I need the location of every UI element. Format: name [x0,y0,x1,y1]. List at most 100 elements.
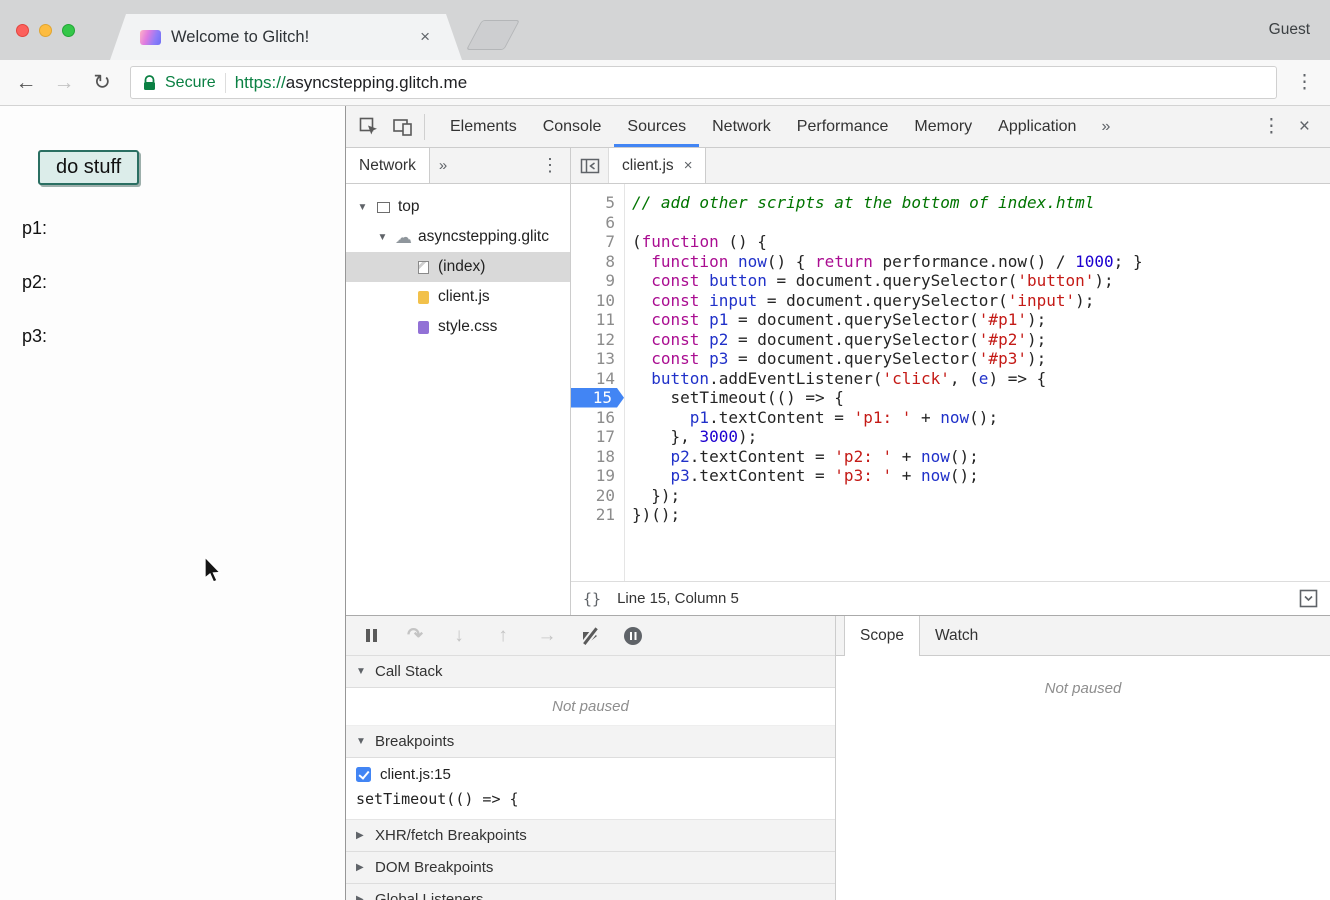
line-number[interactable]: 19 [571,466,624,486]
code-line[interactable]: function now() { return performance.now(… [632,252,1330,272]
panel-down-icon[interactable] [1299,589,1318,608]
line-number[interactable]: 7 [571,232,624,252]
tree-expand-arrow-icon[interactable]: ▼ [356,202,369,213]
minimize-window-button[interactable] [39,24,52,37]
call-stack-title: Call Stack [375,663,443,680]
line-number[interactable]: 21 [571,505,624,525]
breakpoint-line-number[interactable]: 15 [571,388,624,408]
url-bar[interactable]: Secure https://asyncstepping.glitch.me [130,66,1277,99]
pretty-print-icon[interactable]: {} [583,590,601,608]
line-number[interactable]: 10 [571,291,624,311]
tree-item-style-css[interactable]: style.css [346,312,570,342]
step-over-icon[interactable] [404,625,426,647]
inspect-element-icon[interactable] [352,112,386,142]
code-line[interactable]: const p1 = document.querySelector('#p1')… [632,310,1330,330]
devtools-tab-console[interactable]: Console [530,106,615,147]
code-line[interactable]: (function () { [632,232,1330,252]
breakpoints-header[interactable]: Breakpoints [346,726,835,758]
toggle-device-toolbar-icon[interactable] [386,112,420,142]
new-tab-button[interactable] [466,20,520,50]
pause-on-exceptions-icon[interactable] [624,627,642,645]
devtools-tab-application[interactable]: Application [985,106,1089,147]
toggle-navigator-icon[interactable] [571,148,609,183]
tab-scope[interactable]: Scope [844,616,920,656]
code-line[interactable]: const p2 = document.querySelector('#p2')… [632,330,1330,350]
do-stuff-button[interactable]: do stuff [38,150,139,185]
code-line[interactable]: p3.textContent = 'p3: ' + now(); [632,466,1330,486]
line-number[interactable]: 16 [571,408,624,428]
code-line[interactable]: // add other scripts at the bottom of in… [632,193,1330,213]
code-line[interactable]: })(); [632,505,1330,525]
dom-breakpoints-header[interactable]: DOM Breakpoints [346,852,835,884]
navigator-tab-network[interactable]: Network [346,148,430,183]
line-number[interactable]: 17 [571,427,624,447]
tree-expand-arrow-icon[interactable]: ▼ [376,232,389,243]
code-line[interactable]: }, 3000); [632,427,1330,447]
more-tabs-icon[interactable]: » [1089,118,1122,136]
line-number[interactable]: 6 [571,213,624,233]
navigator-more-tabs-icon[interactable]: » [430,157,456,174]
code-line[interactable]: p2.textContent = 'p2: ' + now(); [632,447,1330,467]
profile-label[interactable]: Guest [1269,21,1310,39]
browser-menu-icon[interactable]: ⋮ [1289,71,1320,94]
back-icon[interactable]: ← [10,71,42,95]
tab-close-icon[interactable]: × [418,27,432,47]
code-editor[interactable]: 56789101112131415161718192021 // add oth… [571,184,1330,581]
code-line[interactable]: button.addEventListener('click', (e) => … [632,369,1330,389]
code-line[interactable]: const button = document.querySelector('b… [632,271,1330,291]
line-number[interactable]: 11 [571,310,624,330]
line-number[interactable]: 5 [571,193,624,213]
browser-tab[interactable]: Welcome to Glitch! × [110,14,462,60]
devtools-menu-icon[interactable]: ⋮ [1250,115,1293,138]
tree-item--index-[interactable]: (index) [346,252,570,282]
step-into-icon[interactable] [448,625,470,647]
line-number[interactable]: 12 [571,330,624,350]
zoom-window-button[interactable] [62,24,75,37]
expand-arrow-icon[interactable] [356,862,367,873]
forward-icon[interactable]: → [48,71,80,95]
line-number[interactable]: 18 [571,447,624,467]
devtools-tab-sources[interactable]: Sources [614,106,699,147]
breakpoint-entry[interactable]: client.js:15 setTimeout(() => { [346,758,835,820]
code-line[interactable]: }); [632,486,1330,506]
breakpoint-checkbox[interactable] [356,767,371,782]
close-window-button[interactable] [16,24,29,37]
tab-watch[interactable]: Watch [920,616,993,655]
pause-icon[interactable] [360,625,382,647]
code-line[interactable]: p1.textContent = 'p1: ' + now(); [632,408,1330,428]
collapse-arrow-icon[interactable] [356,666,367,677]
navigator-menu-icon[interactable]: ⋮ [530,155,570,176]
tree-item-top[interactable]: ▼top [346,192,570,222]
tree-item-asyncstepping-glitc[interactable]: ▼☁asyncstepping.glitc [346,222,570,252]
code-line[interactable]: const p3 = document.querySelector('#p3')… [632,349,1330,369]
devtools-tab-network[interactable]: Network [699,106,784,147]
line-number[interactable]: 8 [571,252,624,272]
line-number[interactable]: 9 [571,271,624,291]
devtools-tab-elements[interactable]: Elements [437,106,530,147]
devtools-close-icon[interactable]: × [1293,116,1324,138]
editor-tab-clientjs[interactable]: client.js × [609,148,706,183]
expand-arrow-icon[interactable] [356,830,367,841]
line-number[interactable]: 13 [571,349,624,369]
lock-icon [143,75,156,91]
devtools-tab-performance[interactable]: Performance [784,106,902,147]
editor-tab-close-icon[interactable]: × [684,157,693,174]
step-icon[interactable] [536,625,558,647]
code-line[interactable] [632,213,1330,233]
code-line[interactable]: setTimeout(() => { [632,388,1330,408]
secure-label[interactable]: Secure [165,74,216,92]
reload-icon[interactable]: ↻ [86,70,118,95]
expand-arrow-icon[interactable] [356,894,367,900]
step-out-icon[interactable] [492,625,514,647]
line-number[interactable]: 14 [571,369,624,389]
url-text[interactable]: https://asyncstepping.glitch.me [235,73,467,93]
xhr-breakpoints-header[interactable]: XHR/fetch Breakpoints [346,820,835,852]
tree-item-client-js[interactable]: client.js [346,282,570,312]
deactivate-breakpoints-icon[interactable] [580,625,602,647]
code-line[interactable]: const input = document.querySelector('in… [632,291,1330,311]
call-stack-header[interactable]: Call Stack [346,656,835,688]
collapse-arrow-icon[interactable] [356,736,367,747]
devtools-tab-memory[interactable]: Memory [901,106,985,147]
global-listeners-header[interactable]: Global Listeners [346,884,835,900]
line-number[interactable]: 20 [571,486,624,506]
